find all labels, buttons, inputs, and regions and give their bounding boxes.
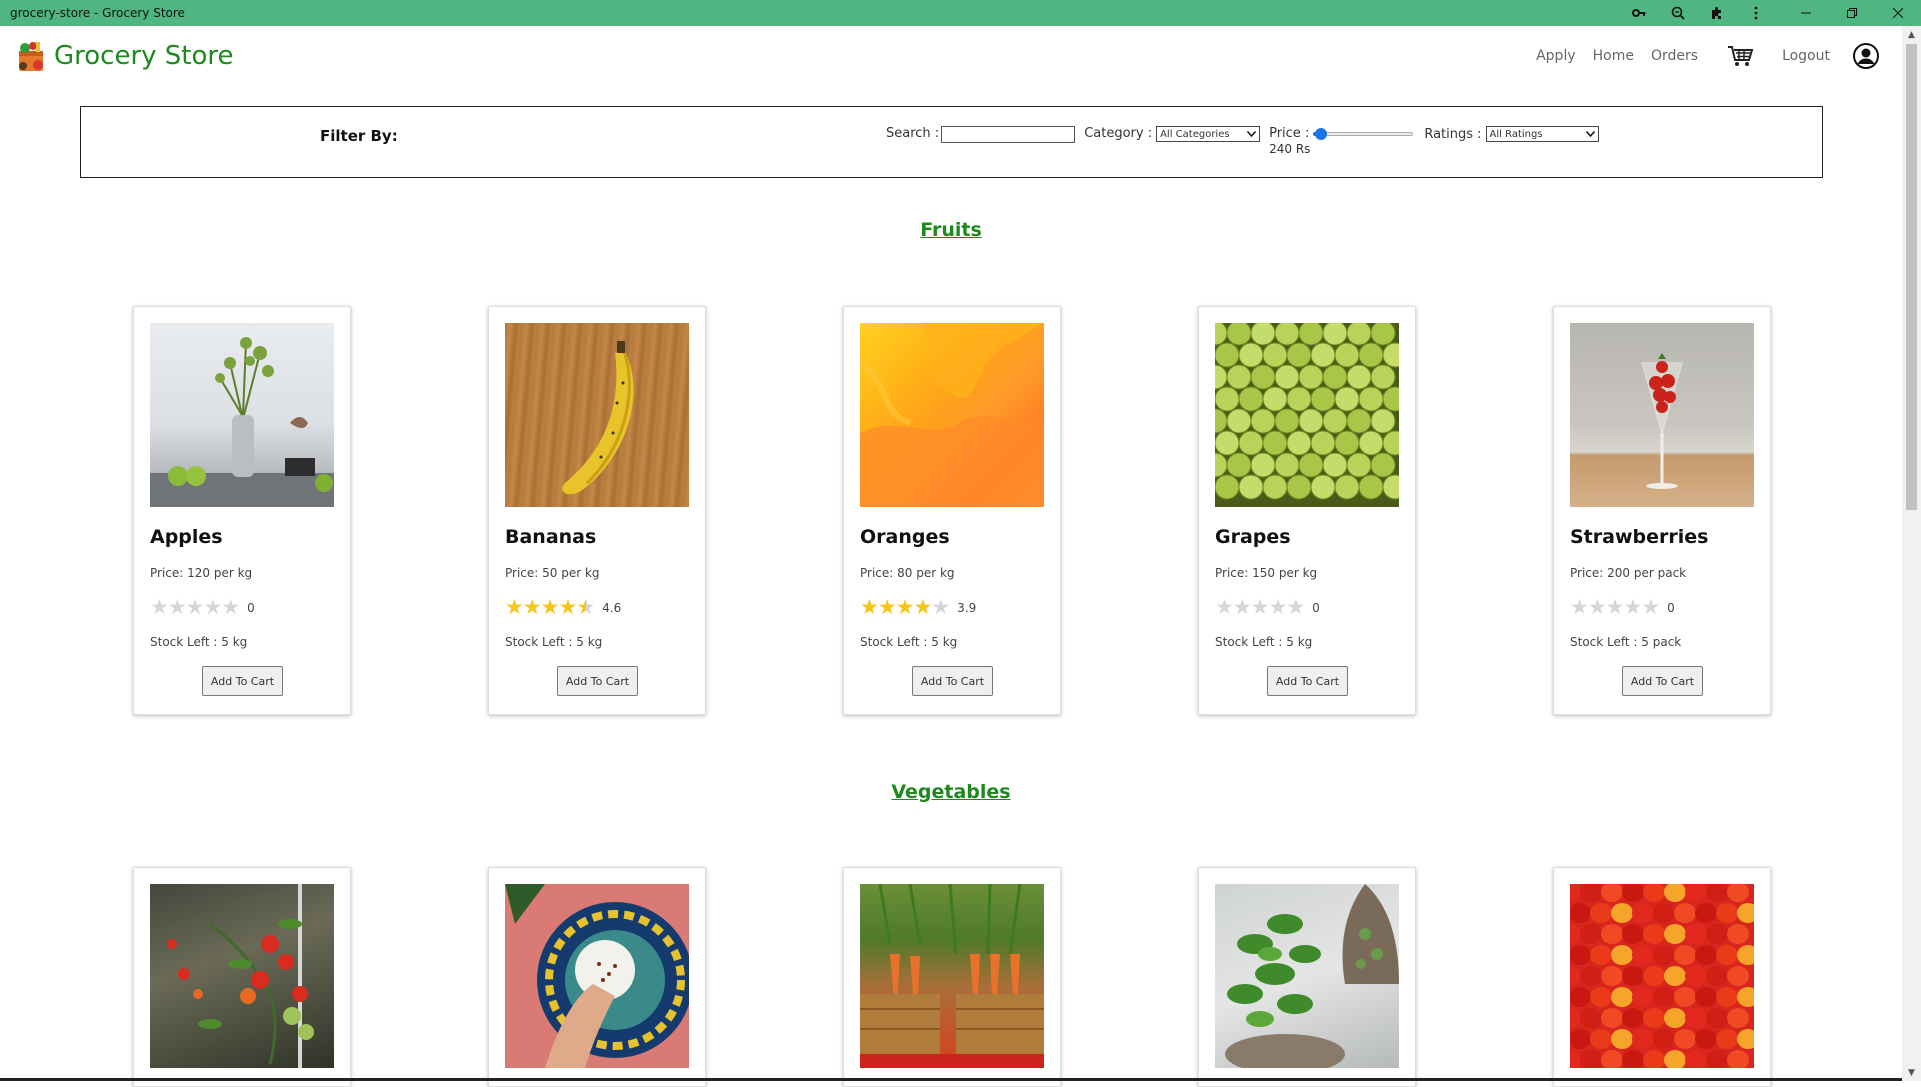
price-slider-track bbox=[1313, 131, 1414, 136]
star-rating-icon: ★★★★★ bbox=[1570, 595, 1660, 619]
category-select[interactable]: All Categories bbox=[1156, 126, 1261, 142]
rating-value: 0 bbox=[247, 600, 255, 615]
price-slider-thumb[interactable] bbox=[1315, 127, 1328, 140]
rating-value: 4.6 bbox=[602, 600, 622, 615]
product-card: Apples Price: 120 per kg ★★★★★ 0 Stock L… bbox=[133, 306, 351, 715]
search-label: Search : bbox=[886, 126, 940, 141]
product-rating: ★★★★★ 3.9 bbox=[860, 597, 976, 618]
price-slider[interactable] bbox=[1313, 127, 1414, 141]
search-input[interactable] bbox=[941, 126, 1076, 143]
ratings-label: Ratings : bbox=[1424, 126, 1482, 142]
restore-button[interactable] bbox=[1829, 0, 1875, 26]
product-rating: ★★★★★ 4.6 bbox=[505, 597, 621, 618]
section-title-fruits[interactable]: Fruits bbox=[0, 219, 1902, 241]
product-name: Oranges bbox=[860, 526, 950, 548]
product-stock: Stock Left : 5 kg bbox=[150, 635, 248, 649]
price-value: 240 Rs bbox=[1269, 142, 1311, 156]
brand-name: Grocery Store bbox=[54, 41, 234, 71]
scroll-up-arrow-icon[interactable]: ▲ bbox=[1902, 26, 1921, 43]
product-card: Strawberries Price: 200 per pack ★★★★★ 0… bbox=[1553, 306, 1771, 715]
carrots-photo bbox=[860, 884, 1044, 1068]
tomatoes-photo bbox=[150, 884, 334, 1068]
minimize-button[interactable] bbox=[1783, 0, 1829, 26]
product-card bbox=[133, 867, 351, 1087]
user-account-icon[interactable] bbox=[1852, 42, 1880, 70]
app-header: Grocery Store Apply Home Orders Logout bbox=[0, 26, 1902, 86]
ratings-selected-value: All Ratings bbox=[1489, 128, 1543, 140]
product-card: Grapes Price: 150 per kg ★★★★★ 0 Stock L… bbox=[1198, 306, 1416, 715]
product-name: Apples bbox=[150, 526, 223, 548]
add-to-cart-button[interactable]: Add To Cart bbox=[912, 666, 993, 696]
product-stock: Stock Left : 5 kg bbox=[505, 635, 603, 649]
zoom-icon[interactable] bbox=[1658, 0, 1697, 26]
product-card: Oranges Price: 80 per kg ★★★★★ 3.9 Stock… bbox=[843, 306, 1061, 715]
grapes-photo bbox=[1215, 323, 1399, 507]
rating-value: 3.9 bbox=[957, 600, 977, 615]
product-stock: Stock Left : 5 kg bbox=[1215, 635, 1313, 649]
add-to-cart-button[interactable]: Add To Cart bbox=[557, 666, 638, 696]
chevron-down-icon bbox=[1247, 129, 1257, 140]
star-rating-icon: ★★★★★ bbox=[505, 595, 595, 619]
star-rating-icon: ★★★★★ bbox=[1215, 595, 1305, 619]
scroll-down-arrow-icon[interactable]: ▼ bbox=[1902, 1064, 1921, 1081]
more-vert-icon[interactable] bbox=[1736, 0, 1775, 26]
strawberries-photo bbox=[1570, 323, 1754, 507]
page-scrollbar[interactable]: ▲ ▼ bbox=[1902, 26, 1921, 1081]
product-stock: Stock Left : 5 pack bbox=[1570, 635, 1682, 649]
product-rating: ★★★★★ 0 bbox=[1570, 597, 1675, 618]
window-title-bar: grocery-store - Grocery Store bbox=[0, 0, 1921, 26]
grocery-bag-logo-icon bbox=[14, 39, 48, 73]
product-card: Bananas Price: 50 per kg ★★★★★ 4.6 Stock… bbox=[488, 306, 706, 715]
category-label: Category : bbox=[1084, 126, 1153, 141]
product-card bbox=[488, 867, 706, 1087]
product-name: Strawberries bbox=[1570, 526, 1709, 548]
window-title: grocery-store - Grocery Store bbox=[10, 6, 185, 20]
product-card bbox=[1198, 867, 1416, 1087]
top-nav: Apply Home Orders Logout bbox=[1519, 42, 1902, 70]
filter-panel: Filter By: Search : Category : All Categ… bbox=[80, 106, 1823, 178]
product-stock: Stock Left : 5 kg bbox=[860, 635, 958, 649]
rating-value: 0 bbox=[1667, 600, 1675, 615]
product-name: Grapes bbox=[1215, 526, 1291, 548]
nav-orders-link[interactable]: Orders bbox=[1651, 48, 1698, 64]
scrollbar-thumb[interactable] bbox=[1906, 44, 1917, 510]
add-to-cart-button[interactable]: Add To Cart bbox=[202, 666, 283, 696]
close-button[interactable] bbox=[1875, 0, 1921, 26]
product-price: Price: 150 per kg bbox=[1215, 566, 1318, 580]
product-card bbox=[843, 867, 1061, 1087]
plate-photo bbox=[505, 884, 689, 1068]
brand[interactable]: Grocery Store bbox=[0, 39, 234, 73]
product-price: Price: 50 per kg bbox=[505, 566, 600, 580]
basil-photo bbox=[1215, 884, 1399, 1068]
filter-title: Filter By: bbox=[320, 127, 398, 145]
key-icon[interactable] bbox=[1619, 0, 1658, 26]
product-name: Bananas bbox=[505, 526, 597, 548]
price-label: Price : bbox=[1269, 126, 1310, 141]
category-selected-value: All Categories bbox=[1160, 128, 1230, 140]
ratings-select[interactable]: All Ratings bbox=[1485, 126, 1599, 142]
star-rating-icon: ★★★★★ bbox=[150, 595, 240, 619]
extensions-icon[interactable] bbox=[1697, 0, 1736, 26]
add-to-cart-button[interactable]: Add To Cart bbox=[1622, 666, 1703, 696]
product-price: Price: 200 per pack bbox=[1570, 566, 1687, 580]
rating-value: 0 bbox=[1312, 600, 1320, 615]
nav-logout-link[interactable]: Logout bbox=[1782, 48, 1830, 64]
apples-photo bbox=[150, 323, 334, 507]
nav-apply-link[interactable]: Apply bbox=[1536, 48, 1576, 64]
product-rating: ★★★★★ 0 bbox=[150, 597, 255, 618]
product-price: Price: 80 per kg bbox=[860, 566, 955, 580]
product-price: Price: 120 per kg bbox=[150, 566, 253, 580]
nav-home-link[interactable]: Home bbox=[1593, 48, 1634, 64]
section-title-vegetables[interactable]: Vegetables bbox=[0, 781, 1902, 803]
chevron-down-icon bbox=[1585, 129, 1595, 140]
banana-photo bbox=[505, 323, 689, 507]
product-rating: ★★★★★ 0 bbox=[1215, 597, 1320, 618]
peppers-photo bbox=[1570, 884, 1754, 1068]
cart-icon[interactable] bbox=[1726, 42, 1754, 70]
orange-abstract-photo bbox=[860, 323, 1044, 507]
product-card bbox=[1553, 867, 1771, 1087]
add-to-cart-button[interactable]: Add To Cart bbox=[1267, 666, 1348, 696]
star-rating-icon: ★★★★★ bbox=[860, 595, 950, 619]
